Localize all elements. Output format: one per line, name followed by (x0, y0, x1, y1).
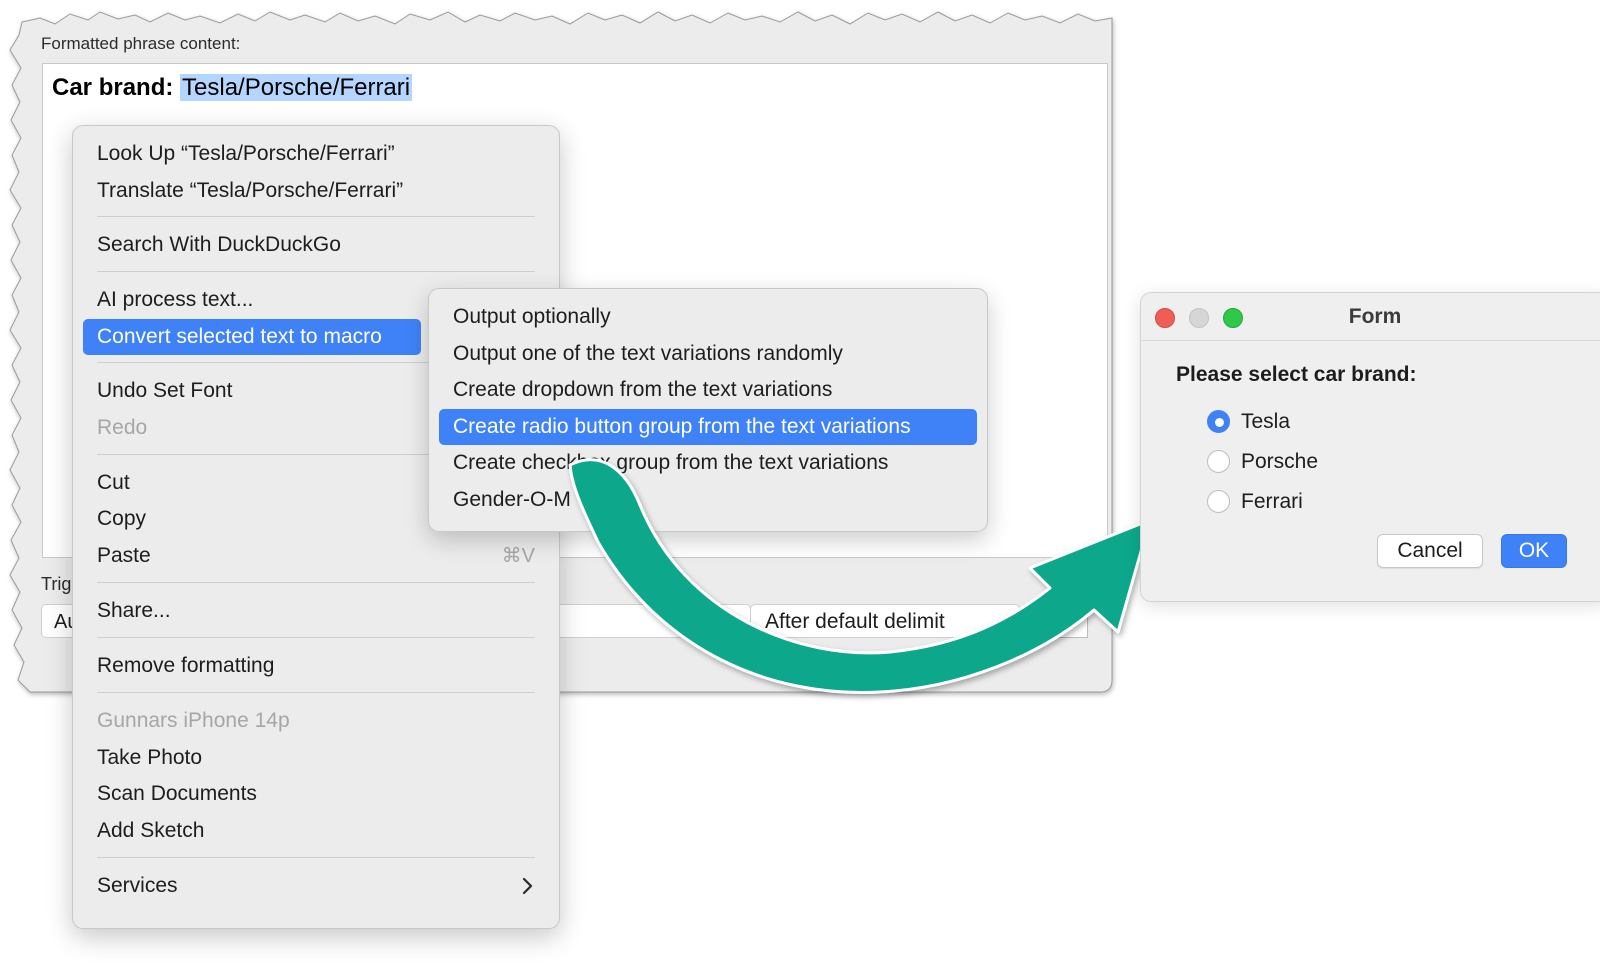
submenu-create-checkbox-group[interactable]: Create checkbox group from the text vari… (439, 445, 977, 481)
menu-item-take-photo[interactable]: Take Photo (83, 740, 549, 776)
submenu-create-dropdown[interactable]: Create dropdown from the text variations (439, 372, 977, 408)
menu-separator (97, 216, 535, 217)
menu-item-add-sketch[interactable]: Add Sketch (83, 813, 549, 849)
radio-label: Porsche (1241, 450, 1319, 473)
chevron-right-icon (522, 877, 533, 895)
menu-item-redo: Redo (97, 416, 148, 439)
radio-label: Tesla (1241, 410, 1291, 433)
menu-item-translate[interactable]: Translate “Tesla/Porsche/Ferrari” (83, 173, 549, 209)
menu-separator (97, 637, 535, 638)
menu-item-services[interactable]: Services (83, 868, 549, 904)
paste-shortcut: ⌘V (501, 545, 535, 567)
form-window: Form Please select car brand: Tesla Pors… (1140, 292, 1600, 602)
submenu-output-optionally[interactable]: Output optionally (439, 299, 977, 335)
ok-button[interactable]: OK (1501, 534, 1567, 568)
form-title: Form (1348, 305, 1402, 328)
menu-item-scan-documents[interactable]: Scan Documents (83, 776, 549, 812)
phrase-content-label: Formatted phrase content: (41, 34, 241, 53)
menu-item-services-label: Services (97, 874, 178, 897)
remove-button[interactable]: − (1022, 606, 1054, 638)
phrase-text[interactable]: Car brand: Tesla/Porsche/Ferrari (52, 74, 413, 102)
menu-item-undo[interactable]: Undo Set Font (83, 373, 429, 409)
menu-separator (97, 857, 535, 858)
add-button[interactable]: + (1056, 606, 1088, 638)
menu-item-paste[interactable]: Paste ⌘V (83, 538, 549, 574)
radio-button[interactable] (1207, 450, 1230, 473)
submenu-gender-o-matic[interactable]: Gender-O-M (439, 482, 977, 518)
radio-button[interactable] (1207, 410, 1230, 433)
menu-item-convert-to-macro[interactable]: Convert selected text to macro (83, 319, 421, 355)
delimiter-select[interactable]: After default delimit (750, 604, 1020, 638)
phrase-label-text: Car brand: (52, 74, 174, 101)
cancel-button[interactable]: Cancel (1377, 534, 1483, 568)
form-titlebar[interactable]: Form (1141, 293, 1600, 341)
form-prompt: Please select car brand: (1176, 363, 1417, 386)
radio-label: Ferrari (1241, 490, 1303, 513)
menu-item-device-header: Gunnars iPhone 14p (97, 709, 290, 732)
trigger-label: Trig (41, 574, 72, 594)
menu-separator (97, 271, 535, 272)
menu-item-look-up[interactable]: Look Up “Tesla/Porsche/Ferrari” (83, 136, 549, 172)
radio-button[interactable] (1207, 490, 1230, 513)
menu-item-copy-label: Copy (97, 507, 147, 530)
submenu-output-randomly[interactable]: Output one of the text variations random… (439, 336, 977, 372)
submenu-create-radio-group[interactable]: Create radio button group from the text … (439, 409, 977, 445)
selected-text[interactable]: Tesla/Porsche/Ferrari (180, 74, 413, 101)
menu-item-remove-formatting[interactable]: Remove formatting (83, 648, 549, 684)
menu-separator (97, 692, 535, 693)
menu-item-paste-label: Paste (97, 544, 151, 567)
menu-separator (97, 582, 535, 583)
menu-item-share[interactable]: Share... (83, 593, 549, 629)
menu-separator (97, 362, 429, 363)
menu-item-search[interactable]: Search With DuckDuckGo (83, 227, 549, 263)
macro-submenu: Output optionally Output one of the text… (428, 288, 988, 532)
